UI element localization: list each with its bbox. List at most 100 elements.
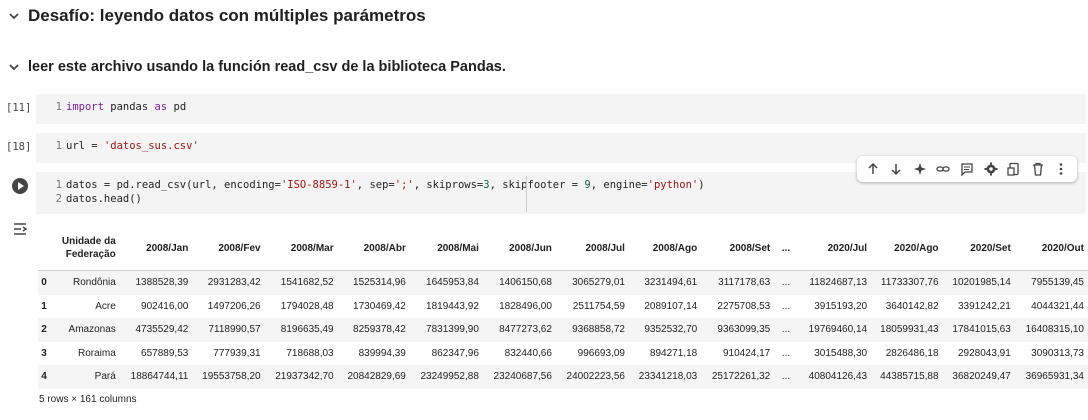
code-cell[interactable]: [11] 1 import pandas as pd bbox=[0, 94, 1088, 124]
table-cell: 23249952,88 bbox=[420, 371, 479, 383]
section-heading-challenge[interactable]: Desafío: leyendo datos con múltiples par… bbox=[0, 4, 426, 28]
table-cell: 839994,39 bbox=[358, 347, 406, 359]
table-cell: 4044321,44 bbox=[1031, 300, 1084, 312]
table-cell: 3231494,61 bbox=[644, 277, 698, 289]
table-cell: Rondônia bbox=[72, 277, 116, 289]
table-cell: 832440,66 bbox=[504, 347, 552, 359]
table-cell: 1794028,48 bbox=[280, 300, 334, 312]
mirror-cell-icon[interactable] bbox=[1005, 160, 1023, 178]
execution-count: [11] bbox=[6, 102, 32, 114]
table-cell: 1406150,68 bbox=[499, 277, 552, 289]
table-cell: 7831399,90 bbox=[426, 324, 479, 336]
table-cell: 657889,53 bbox=[141, 347, 189, 359]
index-header bbox=[38, 226, 51, 271]
table-cell: 8196635,49 bbox=[280, 324, 334, 336]
table-cell: 2275708,53 bbox=[717, 300, 771, 312]
table-row: 4 Pará 18864744,11 19553758,20 21937342,70 20… bbox=[38, 365, 1088, 389]
table-cell: 7955139,45 bbox=[1031, 277, 1084, 289]
arrow-up-icon[interactable] bbox=[864, 160, 882, 178]
column-header: 2020/Ago bbox=[871, 226, 943, 271]
row-index: 2 bbox=[41, 324, 47, 336]
table-cell: 3117178,63 bbox=[718, 277, 771, 289]
sparkle-icon[interactable] bbox=[911, 160, 929, 178]
table-cell: 9363099,35 bbox=[717, 324, 771, 336]
table-cell: 862347,96 bbox=[431, 347, 479, 359]
table-cell: 3090313,73 bbox=[1031, 347, 1084, 359]
table-row: 2 Amazonas 4735529,42 7118990,57 8196635,49 8… bbox=[38, 318, 1088, 342]
table-cell: 8259378,42 bbox=[353, 324, 406, 336]
row-index: 0 bbox=[41, 277, 47, 289]
line-number: 1 bbox=[55, 140, 62, 152]
code-editor[interactable]: 1 import pandas as pd bbox=[36, 94, 1086, 124]
column-header: Unidade da Federação bbox=[50, 226, 122, 271]
arrow-down-icon[interactable] bbox=[887, 160, 905, 178]
chevron-down-icon[interactable] bbox=[0, 10, 28, 22]
section-heading-read-csv[interactable]: leer este archivo usando la función read… bbox=[0, 56, 506, 78]
trash-icon[interactable] bbox=[1029, 160, 1047, 178]
row-index: 3 bbox=[41, 347, 47, 359]
column-header: 2020/Out bbox=[1014, 226, 1088, 271]
table-cell: 40804126,43 bbox=[808, 371, 868, 383]
chevron-down-icon[interactable] bbox=[0, 61, 28, 73]
table-cell: 902416,00 bbox=[141, 300, 189, 312]
dataframe-table: Unidade da Federação 2008/Jan 2008/Fev 2008… bbox=[38, 226, 1088, 389]
table-cell: 23341218,03 bbox=[638, 371, 698, 383]
table-cell: 7118990,57 bbox=[208, 324, 261, 336]
row-index: 4 bbox=[41, 371, 47, 383]
table-cell: 8477273,62 bbox=[499, 324, 552, 336]
table-cell: 2089107,14 bbox=[644, 300, 698, 312]
table-cell: 1388528,39 bbox=[135, 277, 189, 289]
table-row: 0 Rondônia 1388528,39 2931283,42 1541682,52 1… bbox=[38, 270, 1088, 295]
editor-ruler bbox=[526, 176, 527, 212]
code-line: 1 url = 'datos_sus.csv' bbox=[36, 140, 199, 154]
table-cell: 25172261,32 bbox=[711, 371, 771, 383]
dataframe-dimensions: 5 rows × 161 columns bbox=[39, 394, 137, 405]
column-header: 2008/Jul bbox=[555, 226, 629, 271]
section-heading-text: leer este archivo usando la función read… bbox=[28, 59, 506, 75]
table-cell: 16408315,10 bbox=[1025, 324, 1084, 336]
table-cell: 1525314,96 bbox=[353, 277, 406, 289]
column-header: 2008/Abr bbox=[337, 226, 410, 271]
table-cell: 44385715,88 bbox=[880, 371, 939, 383]
table-cell: 19553758,20 bbox=[202, 371, 261, 383]
table-cell: 3640142,82 bbox=[885, 300, 939, 312]
table-cell: 1819443,92 bbox=[426, 300, 479, 312]
column-header: 2008/Fev bbox=[192, 226, 265, 271]
table-cell: 9368858,72 bbox=[572, 324, 625, 336]
table-cell: 1497206,26 bbox=[207, 300, 261, 312]
table-row: 1 Acre 902416,00 1497206,26 1794028,48 173046… bbox=[38, 295, 1088, 319]
table-cell: 996693,09 bbox=[577, 347, 625, 359]
table-cell: 23240687,56 bbox=[493, 371, 552, 383]
column-header: 2008/Set bbox=[701, 226, 775, 271]
line-number: 1 bbox=[55, 101, 62, 113]
table-cell: ... bbox=[781, 300, 791, 312]
column-header: 2008/Jun bbox=[482, 226, 556, 271]
table-cell: 2826486,18 bbox=[885, 347, 939, 359]
table-cell: 10201985,14 bbox=[952, 277, 1011, 289]
comment-icon[interactable] bbox=[958, 160, 976, 178]
table-row: 3 Roraima 657889,53 777939,31 718688,03 83999… bbox=[38, 342, 1088, 366]
column-header: ... bbox=[774, 226, 795, 271]
execution-count: [18] bbox=[6, 141, 32, 153]
table-cell: 20842829,69 bbox=[347, 371, 406, 383]
table-header-row: Unidade da Federação 2008/Jan 2008/Fev 2008… bbox=[38, 226, 1088, 271]
column-header: 2020/Jul bbox=[794, 226, 872, 271]
row-index: 1 bbox=[41, 300, 47, 312]
table-cell: Pará bbox=[94, 371, 116, 383]
output-actions-icon[interactable] bbox=[12, 220, 30, 238]
gear-icon[interactable] bbox=[982, 160, 1000, 178]
column-header: 2008/Ago bbox=[628, 226, 702, 271]
table-cell: Acre bbox=[95, 300, 116, 312]
table-cell: 9352532,70 bbox=[644, 324, 698, 336]
table-cell: 24002223,56 bbox=[566, 371, 625, 383]
table-cell: 3915193,20 bbox=[814, 300, 868, 312]
table-cell: 3015488,30 bbox=[814, 347, 868, 359]
code-line: 2 datos.head() bbox=[36, 193, 142, 207]
table-cell: 2928043,91 bbox=[957, 347, 1011, 359]
table-cell: 1828496,00 bbox=[499, 300, 552, 312]
table-cell: ... bbox=[781, 347, 791, 359]
table-cell: 18059931,43 bbox=[880, 324, 939, 336]
table-cell: ... bbox=[781, 277, 791, 289]
more-vert-icon[interactable] bbox=[1052, 160, 1070, 178]
link-icon[interactable] bbox=[934, 160, 952, 178]
